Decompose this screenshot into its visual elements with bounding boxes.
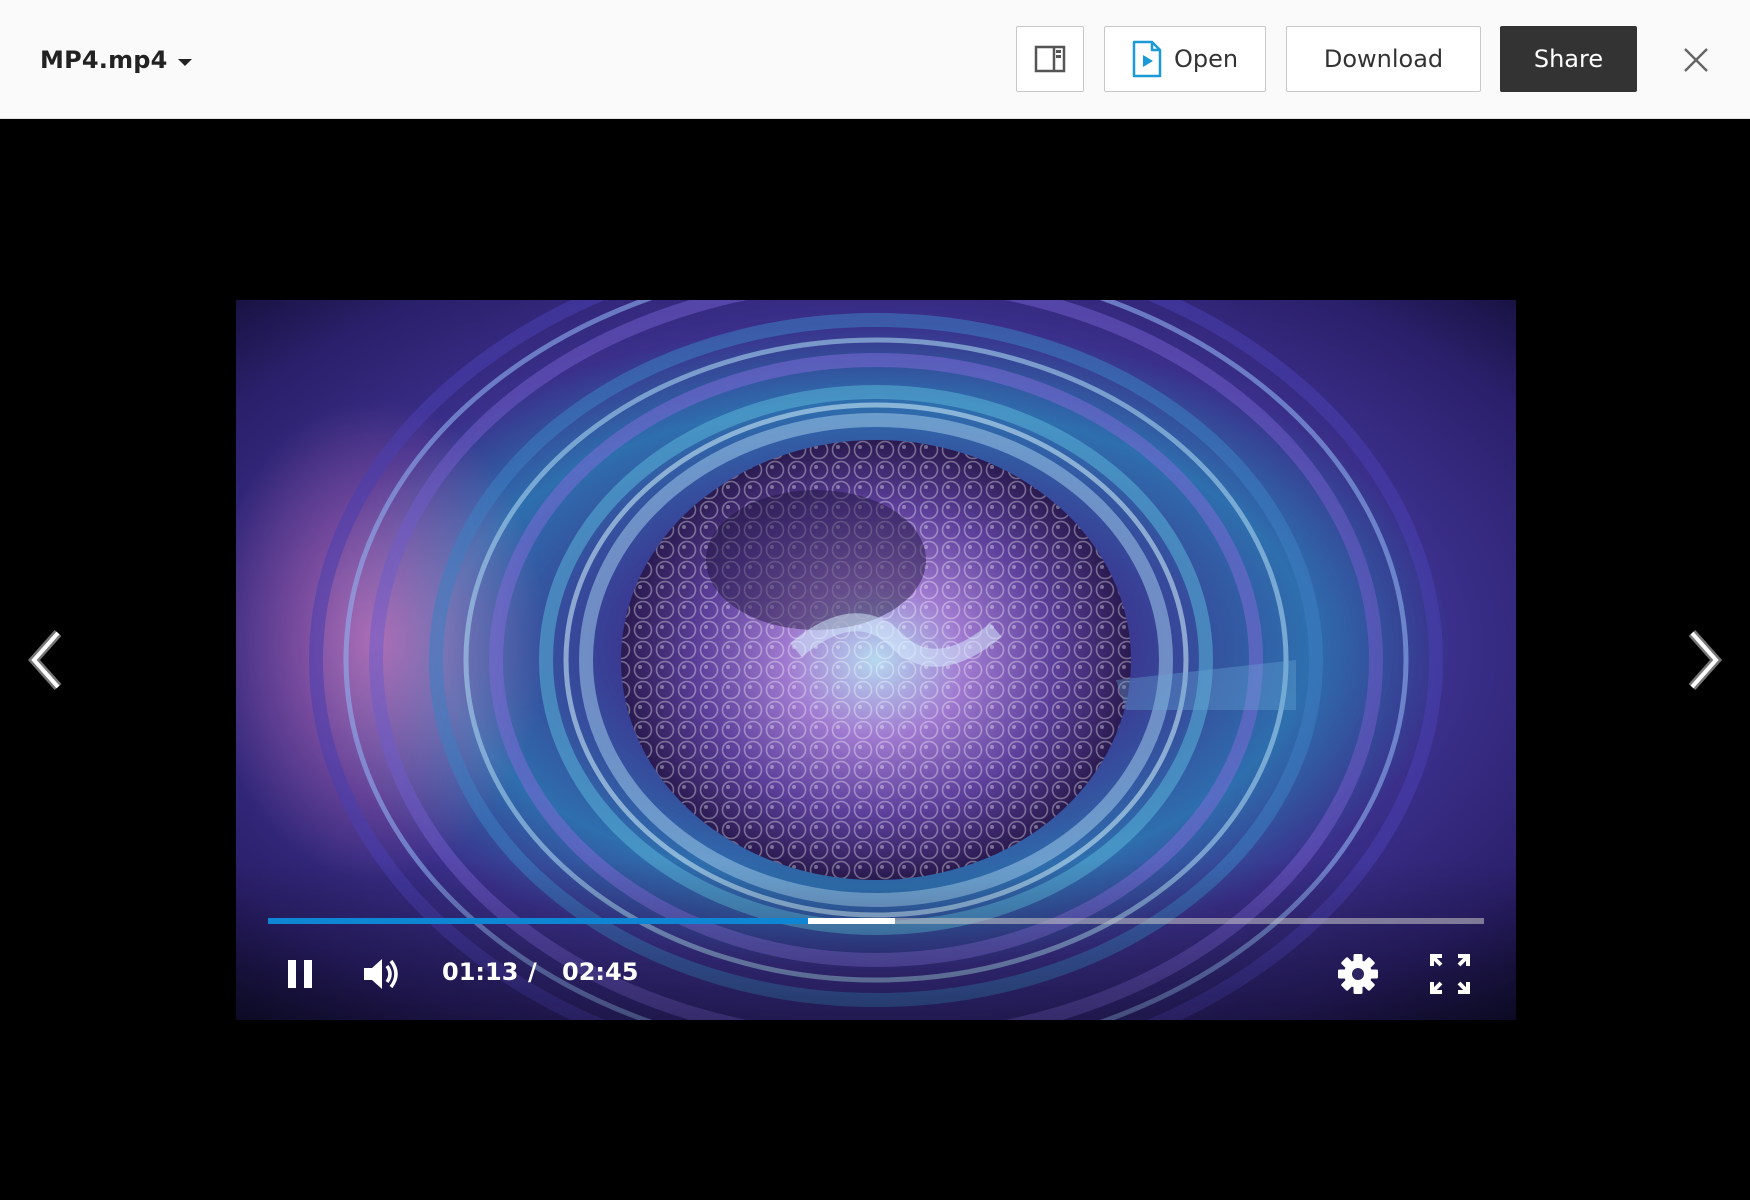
sidebar-toggle-button[interactable] bbox=[1016, 26, 1084, 92]
total-time: 02:45 bbox=[562, 958, 639, 986]
download-button[interactable]: Download bbox=[1286, 26, 1481, 92]
pause-icon[interactable] bbox=[284, 954, 318, 994]
open-button-label: Open bbox=[1173, 45, 1239, 73]
progress-played bbox=[268, 918, 808, 924]
time-separator: / bbox=[528, 958, 537, 986]
share-button-label: Share bbox=[1533, 45, 1604, 73]
close-icon[interactable] bbox=[1680, 44, 1712, 76]
chevron-right-icon[interactable] bbox=[1678, 625, 1726, 695]
controls-shade bbox=[236, 860, 1516, 1020]
current-time: 01:13 bbox=[442, 958, 519, 986]
preview-header: MP4.mp4 Open Download Share bbox=[0, 0, 1750, 119]
video-file-icon bbox=[1132, 40, 1162, 78]
open-button[interactable]: Open bbox=[1104, 26, 1266, 92]
share-button[interactable]: Share bbox=[1500, 26, 1637, 92]
volume-icon[interactable] bbox=[360, 952, 404, 996]
video-player[interactable]: 01:13 / 02:45 bbox=[236, 300, 1516, 1020]
sidebar-toggle-icon bbox=[1034, 45, 1066, 73]
progress-bar[interactable] bbox=[268, 918, 1484, 924]
fullscreen-icon[interactable] bbox=[1426, 950, 1474, 998]
caret-down-icon bbox=[177, 58, 192, 66]
chevron-left-icon[interactable] bbox=[24, 625, 72, 695]
file-title-dropdown[interactable]: MP4.mp4 bbox=[40, 40, 192, 80]
download-button-label: Download bbox=[1323, 45, 1444, 73]
gear-icon[interactable] bbox=[1336, 952, 1380, 996]
file-name: MP4.mp4 bbox=[40, 46, 168, 74]
preview-viewer: 01:13 / 02:45 bbox=[0, 120, 1750, 1200]
